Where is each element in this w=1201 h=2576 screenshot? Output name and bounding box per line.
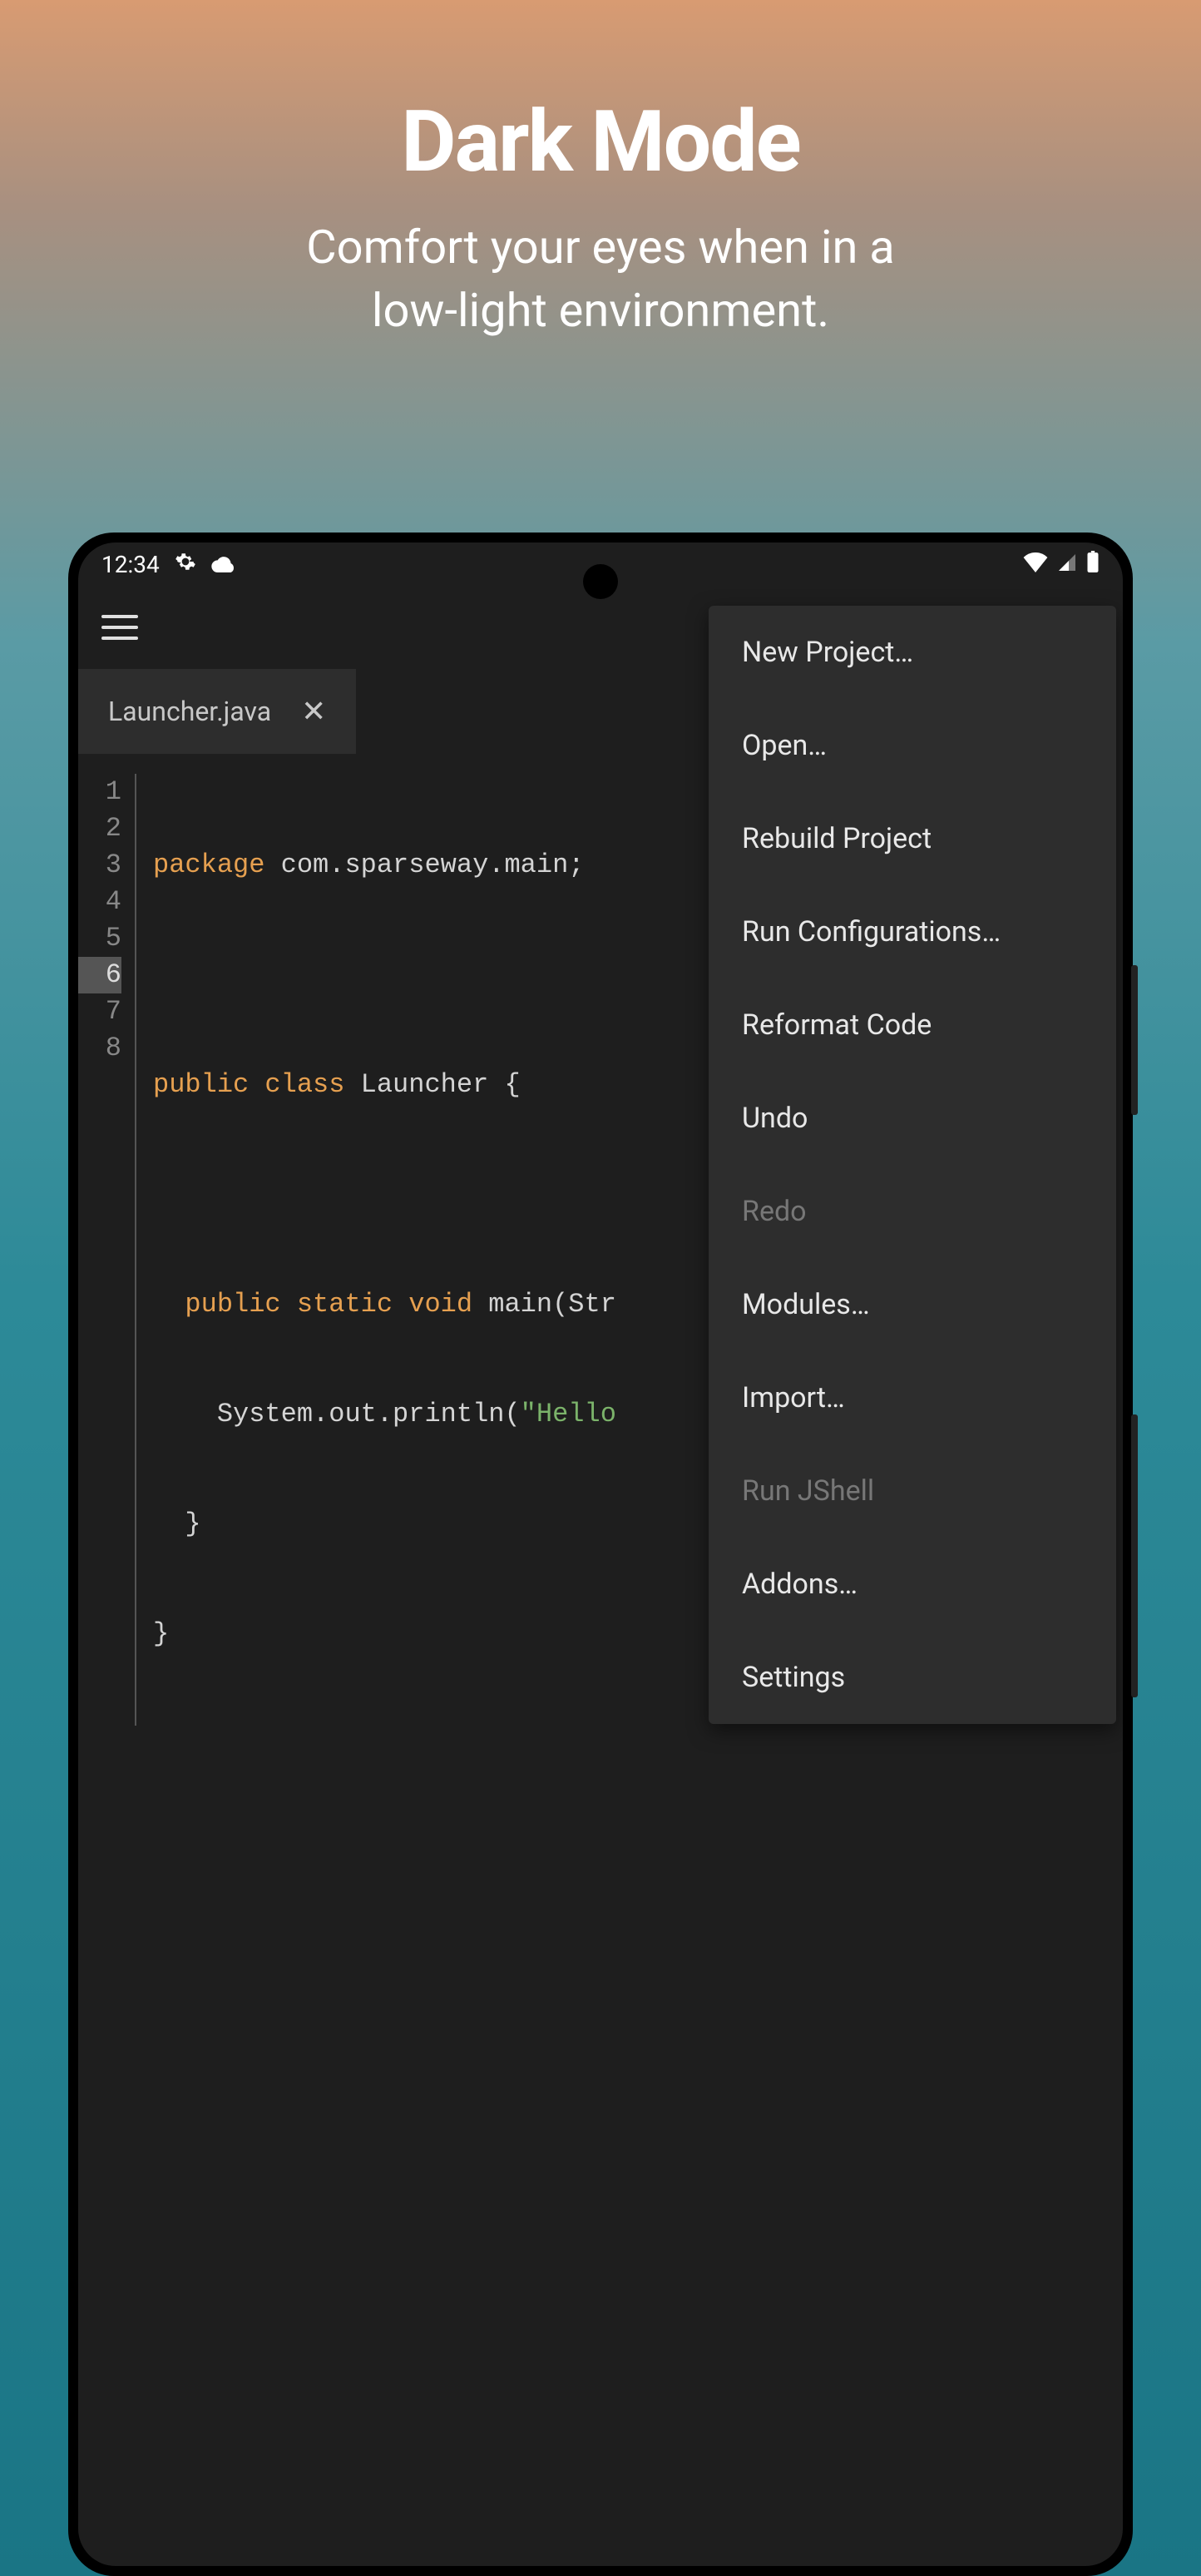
- file-tab[interactable]: Launcher.java ✕: [78, 669, 356, 754]
- hero-subtitle: Comfort your eyes when in a low-light en…: [0, 216, 1201, 342]
- phone-frame: 12:34: [68, 533, 1133, 2576]
- close-icon[interactable]: ✕: [301, 694, 326, 729]
- menu-item-open[interactable]: Open…: [709, 699, 1116, 792]
- menu-item-rebuild-project[interactable]: Rebuild Project: [709, 792, 1116, 885]
- menu-item-new-project[interactable]: New Project…: [709, 606, 1116, 699]
- battery-icon: [1086, 551, 1100, 578]
- menu-item-redo: Redo: [709, 1165, 1116, 1258]
- menu-item-import[interactable]: Import…: [709, 1351, 1116, 1444]
- menu-item-run-jshell: Run JShell: [709, 1444, 1116, 1538]
- wifi-icon: [1023, 551, 1048, 578]
- hero-section: Dark Mode Comfort your eyes when in a lo…: [0, 0, 1201, 342]
- menu-item-settings[interactable]: Settings: [709, 1631, 1116, 1724]
- phone-screen: 12:34: [78, 542, 1123, 2566]
- tab-filename: Launcher.java: [108, 696, 271, 727]
- hero-title: Dark Mode: [0, 92, 1201, 191]
- menu-item-addons[interactable]: Addons…: [709, 1538, 1116, 1631]
- phone-side-button: [1131, 1414, 1138, 1697]
- cloud-icon: [211, 551, 236, 578]
- hamburger-menu-button[interactable]: [101, 609, 138, 646]
- menu-item-reformat-code[interactable]: Reformat Code: [709, 978, 1116, 1072]
- camera-notch: [583, 564, 618, 599]
- menu-item-undo[interactable]: Undo: [709, 1072, 1116, 1165]
- line-gutter: 1 2 3 4 5 6 7 8: [78, 774, 136, 1726]
- code-content[interactable]: package com.sparseway.main; public class…: [136, 774, 616, 1726]
- options-menu: New Project…Open…Rebuild ProjectRun Conf…: [709, 606, 1116, 1724]
- phone-side-button: [1131, 965, 1138, 1115]
- menu-item-modules[interactable]: Modules…: [709, 1258, 1116, 1351]
- status-time: 12:34: [101, 551, 160, 578]
- menu-item-run-configurations[interactable]: Run Configurations…: [709, 885, 1116, 978]
- gear-icon: [175, 551, 196, 578]
- signal-icon: [1056, 551, 1078, 578]
